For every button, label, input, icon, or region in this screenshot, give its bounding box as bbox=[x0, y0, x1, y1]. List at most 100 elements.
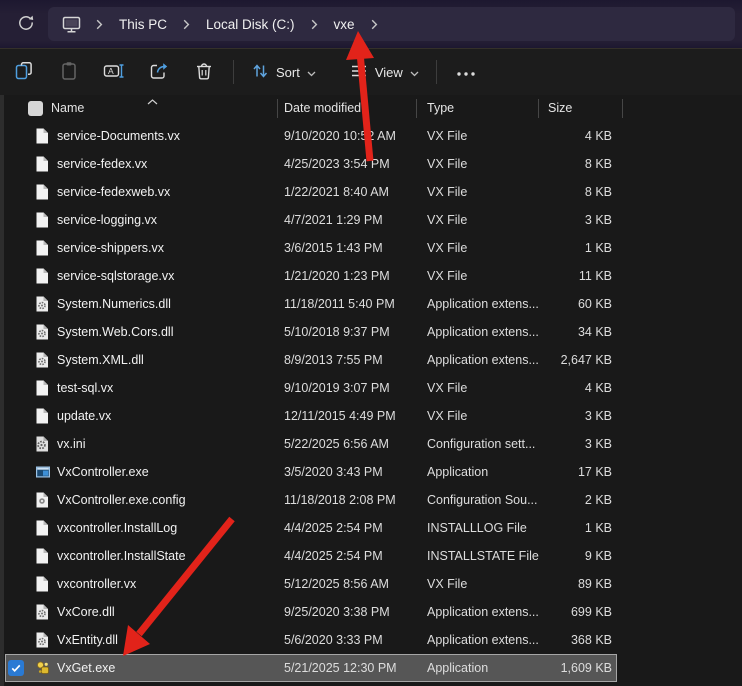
file-date-modified: 1/21/2020 1:23 PM bbox=[284, 269, 390, 283]
column-header-row: Name Date modified Type Size bbox=[5, 95, 630, 122]
copy-button[interactable] bbox=[1, 54, 46, 90]
toolbar-separator bbox=[435, 60, 437, 84]
chevron-down-icon bbox=[410, 65, 419, 80]
delete-button[interactable] bbox=[181, 54, 226, 90]
file-row[interactable]: service-fedexweb.vx 1/22/2021 8:40 AM VX F… bbox=[5, 178, 617, 206]
column-separator[interactable] bbox=[277, 99, 278, 118]
file-row[interactable]: VxEntity.dll 5/6/2020 3:33 PM Application … bbox=[5, 626, 617, 654]
breadcrumb-chevron-icon[interactable] bbox=[364, 19, 385, 30]
file-name[interactable]: System.Numerics.dll bbox=[57, 297, 171, 311]
file-list: Name Date modified Type Size service-Doc… bbox=[0, 95, 742, 686]
file-name[interactable]: service-sqlstorage.vx bbox=[57, 269, 174, 283]
file-name[interactable]: test-sql.vx bbox=[57, 381, 113, 395]
file-row[interactable]: System.Web.Cors.dll 5/10/2018 9:37 PM Appl… bbox=[5, 318, 617, 346]
file-row[interactable]: service-shippers.vx 3/6/2015 1:43 PM VX Fi… bbox=[5, 234, 617, 262]
file-name[interactable]: vx.ini bbox=[57, 437, 85, 451]
file-file-icon bbox=[35, 408, 51, 424]
file-row[interactable]: VxCore.dll 9/25/2020 3:38 PM Application e… bbox=[5, 598, 617, 626]
file-type: VX File bbox=[427, 213, 468, 227]
see-more-button[interactable] bbox=[444, 54, 489, 90]
column-separator[interactable] bbox=[416, 99, 417, 118]
column-header-type[interactable]: Type bbox=[427, 101, 454, 115]
file-size: 11 KB bbox=[578, 269, 612, 283]
file-file-icon bbox=[35, 520, 51, 536]
file-name[interactable]: System.XML.dll bbox=[57, 353, 144, 367]
column-header-size[interactable]: Size bbox=[548, 101, 572, 115]
toolbar-separator bbox=[233, 60, 234, 84]
file-name[interactable]: vxcontroller.InstallLog bbox=[57, 521, 177, 535]
file-row[interactable]: test-sql.vx 9/10/2019 3:07 PM VX File 4 KB bbox=[5, 374, 617, 402]
file-date-modified: 9/25/2020 3:38 PM bbox=[284, 605, 390, 619]
file-name[interactable]: VxCore.dll bbox=[57, 605, 115, 619]
delete-icon bbox=[194, 61, 214, 84]
file-name[interactable]: vxcontroller.vx bbox=[57, 577, 136, 591]
breadcrumb-vxe[interactable]: vxe bbox=[325, 12, 364, 37]
file-size: 2 KB bbox=[584, 493, 612, 507]
breadcrumb-chevron-icon[interactable] bbox=[176, 19, 197, 30]
ini-file-icon bbox=[35, 436, 51, 452]
breadcrumb-this-pc[interactable]: This PC bbox=[110, 12, 176, 37]
more-icon bbox=[456, 65, 476, 80]
file-row[interactable]: vxcontroller.InstallState 4/4/2025 2:54 P… bbox=[5, 542, 617, 570]
file-row[interactable]: vxcontroller.vx 5/12/2025 8:56 AM VX File 8… bbox=[5, 570, 617, 598]
file-name[interactable]: update.vx bbox=[57, 409, 111, 423]
file-date-modified: 11/18/2018 2:08 PM bbox=[284, 493, 396, 507]
config-file-icon bbox=[35, 492, 51, 508]
file-name[interactable]: service-shippers.vx bbox=[57, 241, 164, 255]
file-date-modified: 12/11/2015 4:49 PM bbox=[284, 409, 396, 423]
file-type: VX File bbox=[427, 157, 468, 171]
chevron-down-icon bbox=[307, 65, 316, 80]
file-row[interactable]: System.XML.dll 8/9/2013 7:55 PM Applicatio… bbox=[5, 346, 617, 374]
file-name[interactable]: service-Documents.vx bbox=[57, 129, 180, 143]
file-name[interactable]: service-logging.vx bbox=[57, 213, 157, 227]
file-date-modified: 5/10/2018 9:37 PM bbox=[284, 325, 390, 339]
vxget-file-icon bbox=[35, 660, 51, 676]
view-button-label: View bbox=[374, 64, 403, 80]
file-size: 9 KB bbox=[584, 549, 612, 563]
file-row[interactable]: vxcontroller.InstallLog 4/4/2025 2:54 PM I… bbox=[5, 514, 617, 542]
file-row[interactable]: service-fedex.vx 4/25/2023 3:54 PM VX File… bbox=[5, 150, 617, 178]
file-name[interactable]: service-fedex.vx bbox=[57, 157, 147, 171]
file-name[interactable]: VxGet.exe bbox=[57, 661, 115, 675]
file-name[interactable]: VxController.exe.config bbox=[57, 493, 186, 507]
file-row[interactable]: service-sqlstorage.vx 1/21/2020 1:23 PM VX… bbox=[5, 262, 617, 290]
dll-file-icon bbox=[35, 296, 51, 312]
view-button[interactable]: View bbox=[340, 55, 429, 90]
file-size: 3 KB bbox=[584, 437, 612, 451]
paste-button[interactable] bbox=[46, 54, 91, 90]
select-all-checkbox[interactable] bbox=[28, 101, 43, 116]
breadcrumb-chevron-icon[interactable] bbox=[304, 19, 325, 30]
file-row[interactable]: service-Documents.vx 9/10/2020 10:52 AM VX… bbox=[5, 122, 617, 150]
row-checkbox-checked[interactable] bbox=[8, 660, 24, 676]
breadcrumb-chevron-icon[interactable] bbox=[89, 19, 110, 30]
file-name[interactable]: VxController.exe bbox=[57, 465, 149, 479]
file-name[interactable]: System.Web.Cors.dll bbox=[57, 325, 173, 339]
file-size: 34 KB bbox=[577, 325, 612, 339]
dll-file-icon bbox=[35, 324, 51, 340]
column-header-name[interactable]: Name bbox=[51, 101, 84, 115]
file-size: 17 KB bbox=[577, 465, 612, 479]
column-separator[interactable] bbox=[538, 99, 539, 118]
file-date-modified: 4/4/2025 2:54 PM bbox=[284, 549, 383, 563]
file-name[interactable]: VxEntity.dll bbox=[57, 633, 118, 647]
address-bar[interactable]: This PC Local Disk (C:) vxe bbox=[48, 7, 735, 41]
file-date-modified: 1/22/2021 8:40 AM bbox=[284, 185, 389, 199]
rename-button[interactable]: A bbox=[91, 54, 136, 90]
refresh-button[interactable] bbox=[10, 9, 42, 39]
file-file-icon bbox=[35, 548, 51, 564]
file-row[interactable]: vx.ini 5/22/2025 6:56 AM Configuration set… bbox=[5, 430, 617, 458]
file-row[interactable]: System.Numerics.dll 11/18/2011 5:40 PM App… bbox=[5, 290, 617, 318]
column-header-date-modified[interactable]: Date modified bbox=[284, 101, 361, 115]
share-button[interactable] bbox=[136, 54, 181, 90]
breadcrumb-local-disk-c[interactable]: Local Disk (C:) bbox=[197, 12, 304, 37]
sort-ascending-icon bbox=[147, 94, 158, 108]
file-name[interactable]: vxcontroller.InstallState bbox=[57, 549, 186, 563]
file-row[interactable]: update.vx 12/11/2015 4:49 PM VX File 3 KB bbox=[5, 402, 617, 430]
column-separator[interactable] bbox=[622, 99, 623, 118]
file-row[interactable]: service-logging.vx 4/7/2021 1:29 PM VX Fil… bbox=[5, 206, 617, 234]
file-name[interactable]: service-fedexweb.vx bbox=[57, 185, 170, 199]
file-row[interactable]: VxController.exe.config 11/18/2018 2:08 P… bbox=[5, 486, 617, 514]
file-row[interactable]: VxController.exe 3/5/2020 3:43 PM Applicat… bbox=[5, 458, 617, 486]
file-row[interactable]: VxGet.exe 5/21/2025 12:30 PM Application 1,… bbox=[5, 654, 617, 682]
sort-button[interactable]: Sort bbox=[241, 54, 326, 91]
